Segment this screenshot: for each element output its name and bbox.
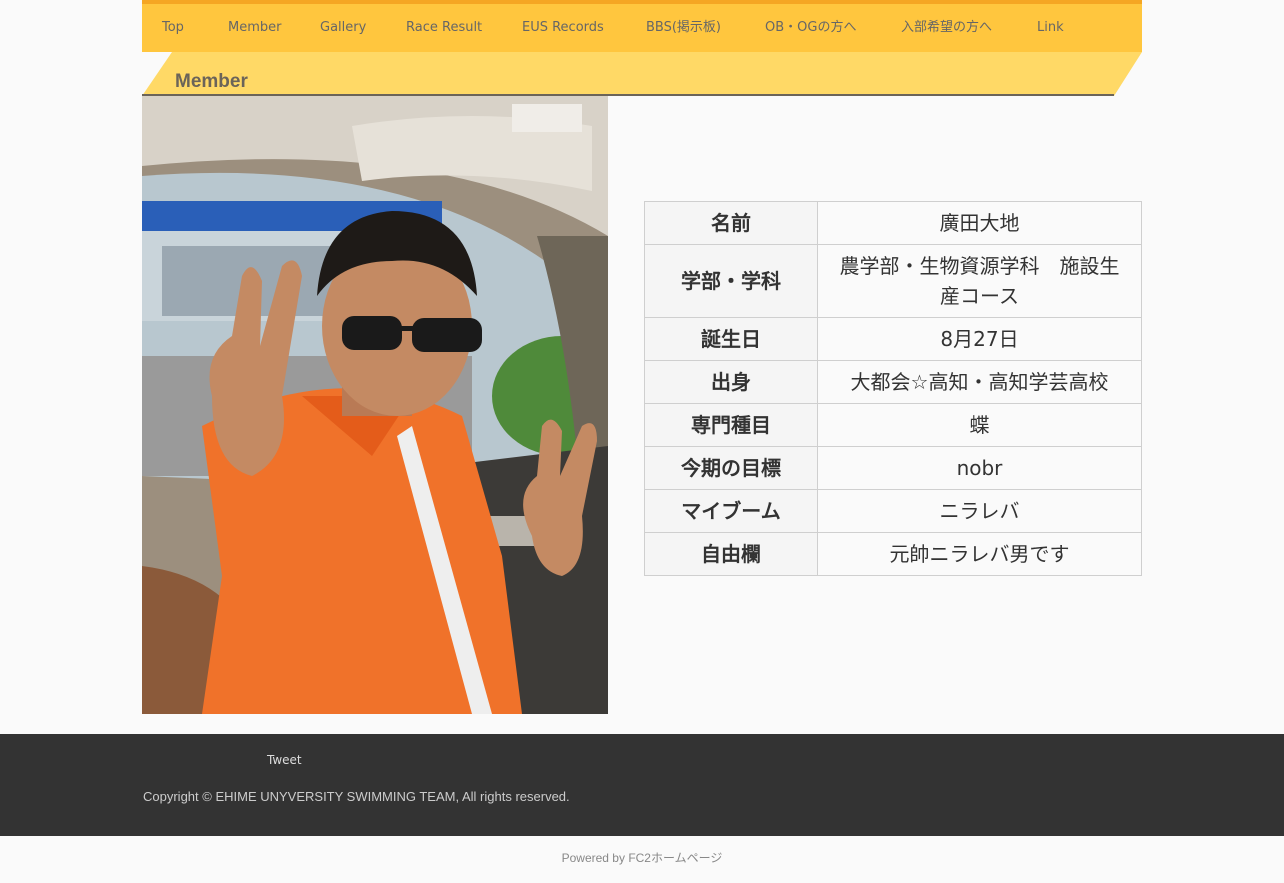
row-value: 廣田大地 [817,201,1142,245]
nav-item-join[interactable]: 入部希望の方へ [901,4,992,52]
row-value: 蝶 [817,403,1142,447]
table-row: マイブーム ニラレバ [644,489,1142,533]
row-value: 元帥ニラレバ男です [817,532,1142,576]
row-label: 名前 [644,201,818,245]
row-value: 農学部・生物資源学科 施設生産コース [817,244,1142,318]
table-row: 名前 廣田大地 [644,201,1142,245]
member-photo-illustration [142,96,608,714]
table-row: 出身 大都会☆高知・高知学芸高校 [644,360,1142,404]
tweet-button[interactable]: Tweet [267,753,302,767]
page-title-band: Member [142,52,1142,96]
row-label: マイブーム [644,489,818,533]
title-band-shape [142,52,1142,96]
nav-item-bbs[interactable]: BBS(掲示板) [646,4,721,52]
row-label: 学部・学科 [644,244,818,318]
nav-item-top[interactable]: Top [162,4,184,52]
nav-item-member[interactable]: Member [228,4,281,52]
row-label: 出身 [644,360,818,404]
table-row: 誕生日 8月27日 [644,317,1142,361]
row-value: nobr [817,446,1142,490]
row-label: 自由欄 [644,532,818,576]
nav-item-eus-records[interactable]: EUS Records [522,4,604,52]
main-nav: Top Member Gallery Race Result EUS Recor… [142,0,1142,52]
copyright-text: Copyright © EHIME UNYVERSITY SWIMMING TE… [143,789,570,804]
row-label: 今期の目標 [644,446,818,490]
row-value: 大都会☆高知・高知学芸高校 [817,360,1142,404]
table-row: 今期の目標 nobr [644,446,1142,490]
nav-item-ob-og[interactable]: OB・OGの方へ [765,4,856,52]
nav-item-link[interactable]: Link [1037,4,1064,52]
fc2-homepage-link[interactable]: FC2ホームページ [628,851,722,865]
row-label: 専門種目 [644,403,818,447]
member-photo [142,96,608,714]
table-row: 専門種目 蝶 [644,403,1142,447]
page-title: Member [175,71,248,92]
powered-by: Powered by FC2ホームページ [0,849,1284,866]
row-value: 8月27日 [817,317,1142,361]
site-footer: Tweet Copyright © EHIME UNYVERSITY SWIMM… [0,734,1284,836]
table-row: 自由欄 元帥ニラレバ男です [644,532,1142,576]
row-value: ニラレバ [817,489,1142,533]
row-label: 誕生日 [644,317,818,361]
table-row: 学部・学科 農学部・生物資源学科 施設生産コース [644,244,1142,318]
profile-table: 名前 廣田大地 学部・学科 農学部・生物資源学科 施設生産コース 誕生日 8月2… [644,201,1142,576]
powered-by-prefix: Powered by [561,851,629,865]
nav-item-race-result[interactable]: Race Result [406,4,482,52]
nav-item-gallery[interactable]: Gallery [320,4,366,52]
